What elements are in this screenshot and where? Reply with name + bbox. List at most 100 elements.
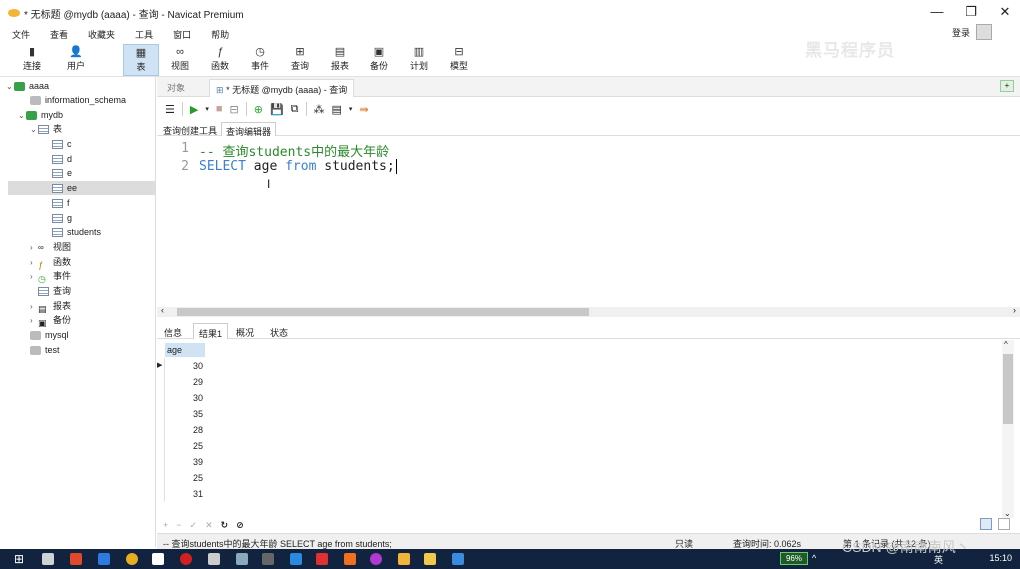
table-cell[interactable]: 25: [165, 438, 205, 454]
app-icon[interactable]: [370, 553, 382, 565]
tree-table-c[interactable]: c: [52, 137, 72, 151]
app-icon[interactable]: [290, 553, 302, 565]
table-row[interactable]: 28: [157, 422, 1002, 438]
export-icon[interactable]: ⇛: [359, 103, 368, 116]
table-row[interactable]: 31: [157, 486, 1002, 502]
tree-group-reports[interactable]: › ▤ 报表: [30, 299, 71, 314]
menu-window[interactable]: 窗口: [173, 28, 191, 41]
user-button[interactable]: 👤 用户: [58, 44, 94, 76]
app-icon[interactable]: [152, 553, 164, 565]
table-cell[interactable]: 30: [165, 390, 205, 406]
tree-table-e[interactable]: e: [52, 166, 72, 180]
app-icon[interactable]: [70, 553, 82, 565]
app-icon[interactable]: [180, 553, 192, 565]
minimize-icon[interactable]: —: [928, 4, 946, 20]
snippet-icon[interactable]: ▤: [332, 103, 342, 116]
delete-record-icon[interactable]: −: [176, 520, 181, 530]
menu-favorites[interactable]: 收藏夹: [88, 28, 115, 41]
app-icon[interactable]: [208, 553, 220, 565]
menu-tools[interactable]: 工具: [135, 28, 153, 41]
save-icon[interactable]: 💾: [270, 103, 284, 116]
form-view-icon[interactable]: [998, 518, 1010, 530]
tree-table-f[interactable]: f: [52, 196, 70, 210]
tree-db-test[interactable]: test: [30, 343, 60, 357]
scroll-down-icon[interactable]: ⌄: [1004, 509, 1011, 518]
menu-icon[interactable]: ☰: [165, 103, 175, 116]
tab-query-editor[interactable]: 查询编辑器: [221, 122, 277, 137]
restore-icon[interactable]: ❐: [962, 4, 980, 20]
column-header-age[interactable]: age: [165, 343, 205, 357]
connection-button[interactable]: ▮ 连接: [14, 44, 50, 76]
chevron-down-icon[interactable]: ⌄: [18, 109, 26, 123]
app-icon[interactable]: [316, 553, 328, 565]
stop-icon[interactable]: ⊘: [236, 520, 244, 531]
tree-connection-aaaa[interactable]: ⌄ aaaa: [6, 79, 49, 93]
new-query-icon[interactable]: +: [1000, 80, 1014, 92]
table-row[interactable]: 25: [157, 438, 1002, 454]
clock[interactable]: 15:10: [989, 553, 1012, 563]
tab-profile[interactable]: 概况: [231, 323, 259, 339]
view-button[interactable]: ∞ 视图: [162, 44, 198, 76]
backup-button[interactable]: ▣ 备份: [361, 44, 397, 76]
table-row[interactable]: 39: [157, 454, 1002, 470]
tab-status[interactable]: 状态: [265, 323, 293, 339]
app-icon[interactable]: [344, 553, 356, 565]
tree-group-queries[interactable]: 查询: [38, 284, 71, 298]
snippet-dropdown-icon[interactable]: ▾: [349, 105, 353, 113]
app-icon[interactable]: [452, 553, 464, 565]
table-cell[interactable]: 30: [165, 358, 205, 374]
table-cell[interactable]: 28: [165, 422, 205, 438]
tree-table-ee[interactable]: ee: [8, 181, 156, 195]
tree-table-students[interactable]: students: [52, 225, 101, 239]
tab-query-builder[interactable]: 查询创建工具: [159, 122, 221, 136]
chevron-right-icon[interactable]: ›: [30, 314, 38, 328]
tree-table-d[interactable]: d: [52, 152, 72, 166]
table-row[interactable]: 30: [157, 390, 1002, 406]
model-button[interactable]: ⊟ 模型: [441, 44, 477, 76]
login-link[interactable]: 登录: [952, 26, 970, 39]
table-cell[interactable]: 31: [165, 486, 205, 502]
close-icon[interactable]: ✕: [996, 4, 1014, 20]
start-icon[interactable]: ⊞: [14, 552, 24, 566]
scroll-right-icon[interactable]: ›: [1013, 305, 1016, 315]
menu-view[interactable]: 查看: [50, 28, 68, 41]
tree-group-views[interactable]: › ∞ 视图: [30, 240, 71, 254]
vertical-scrollbar[interactable]: ^ ⌄: [1002, 340, 1014, 518]
tab-objects[interactable]: 对象: [167, 81, 185, 94]
table-button[interactable]: ▦ 表: [123, 44, 159, 76]
tree-group-events[interactable]: › ◷ 事件: [30, 269, 71, 284]
apply-icon[interactable]: ✓: [190, 520, 198, 531]
tree-group-tables[interactable]: ⌄ 表: [30, 122, 62, 136]
table-row[interactable]: 29: [157, 374, 1002, 390]
tree-table-g[interactable]: g: [52, 211, 72, 225]
navicat-icon[interactable]: [398, 553, 410, 565]
chrome-icon[interactable]: [126, 553, 138, 565]
scroll-up-icon[interactable]: ^: [1004, 340, 1008, 349]
app-icon[interactable]: [236, 553, 248, 565]
tree-db-mydb[interactable]: ⌄ mydb: [18, 108, 63, 122]
discard-icon[interactable]: ✕: [205, 520, 213, 531]
avatar[interactable]: [976, 24, 992, 40]
tree-db-mysql[interactable]: mysql: [30, 328, 69, 342]
new-icon[interactable]: ⊕: [254, 103, 263, 116]
menu-help[interactable]: 帮助: [211, 28, 229, 41]
table-cell[interactable]: 39: [165, 454, 205, 470]
tree-db-information-schema[interactable]: information_schema: [30, 93, 126, 107]
refresh-icon[interactable]: ↻: [221, 520, 229, 531]
table-cell[interactable]: 29: [165, 374, 205, 390]
app-icon[interactable]: [262, 553, 274, 565]
grid-view-icon[interactable]: [980, 518, 992, 530]
chevron-down-icon[interactable]: ⌄: [30, 123, 38, 137]
task-view-icon[interactable]: [42, 553, 54, 565]
scroll-left-icon[interactable]: ‹: [161, 305, 164, 315]
tree-group-functions[interactable]: › ƒ 函数: [30, 255, 71, 270]
folder-icon[interactable]: [424, 553, 436, 565]
tab-query[interactable]: ⊞ * 无标题 @mydb (aaaa) - 查询: [209, 79, 355, 97]
beautify-icon[interactable]: ⁂: [314, 103, 325, 116]
add-record-icon[interactable]: +: [163, 520, 168, 530]
sql-editor[interactable]: 1 -- 查询students中的最大年龄 2 SELECT age from …: [157, 137, 1020, 307]
schedule-button[interactable]: ▥ 计划: [401, 44, 437, 76]
table-row[interactable]: ▶ 30: [157, 358, 1002, 374]
menu-file[interactable]: 文件: [12, 28, 30, 41]
chevron-up-icon[interactable]: ^: [812, 553, 816, 563]
